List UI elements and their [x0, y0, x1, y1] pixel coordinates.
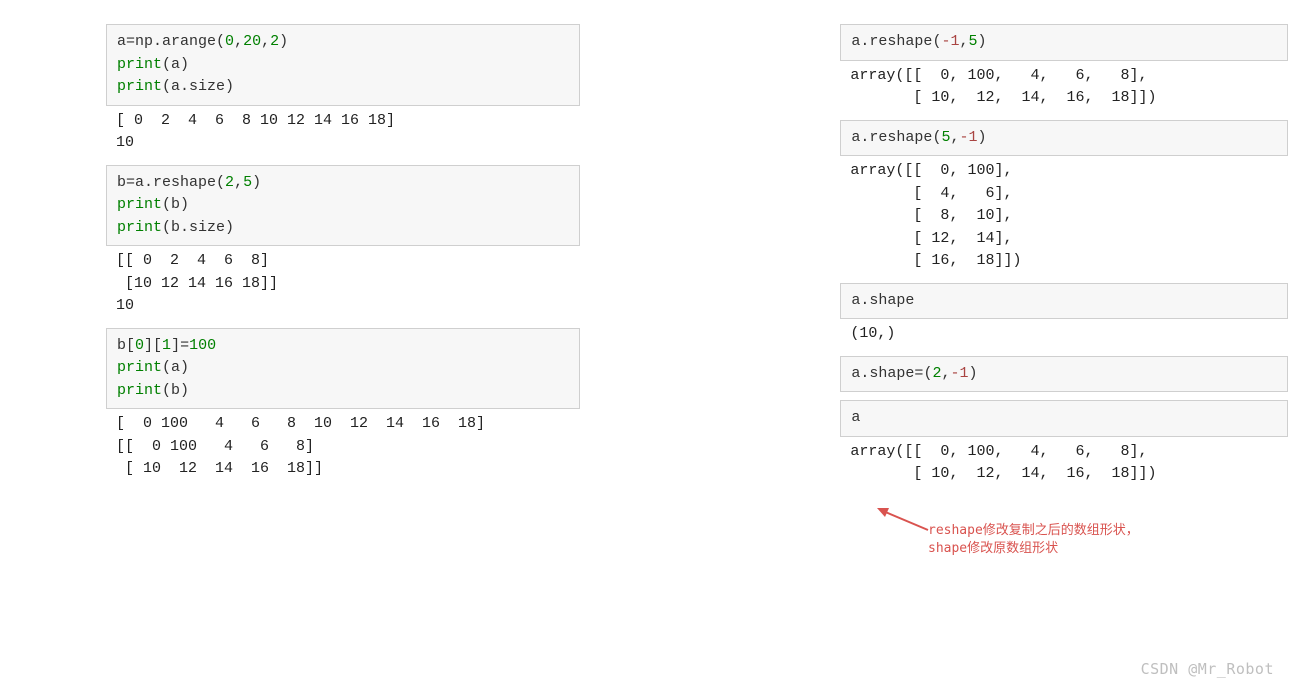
code-cell-1: a=np.arange(0,20,2) print(a) print(a.siz… — [106, 24, 580, 106]
code-cell-r3: a.shape — [840, 283, 1288, 320]
output-3: [ 0 100 4 6 8 10 12 14 16 18] [[ 0 100 4… — [106, 409, 580, 483]
annotation: reshape修改复制之后的数组形状， shape修改原数组形状 — [928, 522, 1139, 558]
output-2: [[ 0 2 4 6 8] [10 12 14 16 18]] 10 — [106, 246, 580, 320]
output-1: [ 0 2 4 6 8 10 12 14 16 18] 10 — [106, 106, 580, 157]
right-column: a.reshape(-1,5) array([[ 0, 100, 4, 6, 8… — [840, 16, 1288, 488]
annotation-line2: shape修改原数组形状 — [928, 540, 1139, 558]
output-r5: array([[ 0, 100, 4, 6, 8], [ 10, 12, 14,… — [840, 437, 1288, 488]
output-r3: (10,) — [840, 319, 1288, 348]
left-column: a=np.arange(0,20,2) print(a) print(a.siz… — [106, 16, 580, 488]
code-cell-3: b[0][1]=100 print(a) print(b) — [106, 328, 580, 410]
watermark: CSDN @Mr_Robot — [1141, 660, 1274, 678]
code-cell-r1: a.reshape(-1,5) — [840, 24, 1288, 61]
code-cell-r2: a.reshape(5,-1) — [840, 120, 1288, 157]
code-cell-2: b=a.reshape(2,5) print(b) print(b.size) — [106, 165, 580, 247]
code-text: a=np.arange — [117, 33, 216, 50]
output-r1: array([[ 0, 100, 4, 6, 8], [ 10, 12, 14,… — [840, 61, 1288, 112]
code-cell-r4: a.shape=(2,-1) — [840, 356, 1288, 393]
annotation-line1: reshape修改复制之后的数组形状， — [928, 522, 1139, 540]
arrow-icon — [873, 505, 933, 535]
code-cell-r5: a — [840, 400, 1288, 437]
output-r2: array([[ 0, 100], [ 4, 6], [ 8, 10], [ 1… — [840, 156, 1288, 275]
